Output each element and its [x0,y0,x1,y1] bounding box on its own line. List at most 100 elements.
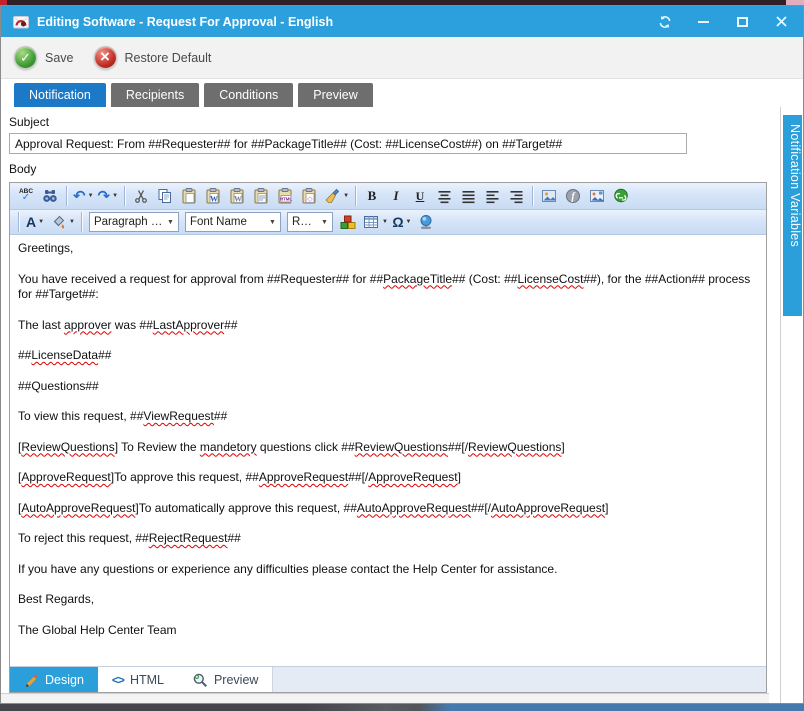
bottom-tab-html[interactable]: <> HTML [98,667,178,692]
tab-bar: NotificationRecipientsConditionsPreview [1,79,803,107]
bottom-tab-label: HTML [130,673,164,687]
close-icon [775,15,788,28]
bottom-tab-design[interactable]: Design [10,667,98,692]
rich-text-editor: ABC✓↶▼↷▼WWHTML◇▼BIUf A▼▼Paragraph St...▼… [9,182,767,693]
format-painter-icon[interactable]: ▼ [322,185,350,207]
tab-recipients[interactable]: Recipients [111,83,199,107]
body-paragraph: To reject this request, ##RejectRequest#… [18,531,758,547]
window-body: Subject Body ABC✓↶▼↷▼WWHTML◇▼BIUf A▼▼Par… [1,107,803,703]
undo-icon[interactable]: ↶▼ [72,185,95,207]
insert-image-icon[interactable] [538,185,560,207]
editor-toolbar-row1: ABC✓ ↶▼↷▼ W W HTML ◇ ▼ BIUf [10,183,766,210]
editor-mode-tabs: Design <> HTML Preview [10,667,273,692]
code-icon: <> [112,673,124,687]
paste-icon[interactable] [178,185,200,207]
body-paragraph: [ReviewQuestions] To Review the mandetor… [18,440,758,456]
restore-default-button[interactable]: Restore Default [94,46,212,69]
cut-icon[interactable] [130,185,152,207]
bottom-tab-preview[interactable]: Preview [178,667,272,692]
body-paragraph: [ApproveRequest]To approve this request,… [18,470,758,486]
magnifier-icon [192,672,208,688]
chevron-down-icon: ▼ [406,219,412,225]
title-bar: Editing Software - Request For Approval … [1,6,803,37]
command-bar: Save Restore Default [1,37,803,79]
window-title: Editing Software - Request For Approval … [37,15,649,29]
paste-plain-text-icon[interactable] [250,185,272,207]
snippet-icon[interactable] [415,211,437,233]
chevron-down-icon: ▼ [88,193,94,199]
desktop-edge-bottom [0,704,804,711]
save-button[interactable]: Save [14,46,74,69]
italic-icon[interactable]: I [385,185,407,207]
bottom-tab-label: Design [45,673,84,687]
chevron-down-icon: ▼ [167,219,174,226]
window-controls [657,14,789,29]
insert-link-icon[interactable] [610,185,632,207]
chevron-down-icon: ▼ [382,219,388,225]
svg-text:◇: ◇ [307,196,313,203]
copy-icon[interactable] [154,185,176,207]
underline-icon[interactable]: U [409,185,431,207]
body-paragraph: The Global Help Center Team [18,623,758,639]
toolbar-separator [81,212,82,232]
redo-icon[interactable]: ↷▼ [97,185,120,207]
find-icon[interactable] [39,185,61,207]
toolbar-separator [66,186,67,206]
align-right-icon[interactable] [505,185,527,207]
body-paragraph: You have received a request for approval… [18,272,758,303]
svg-text:W: W [210,195,218,204]
paste-as-html-icon[interactable]: HTML [274,185,296,207]
paste-html-icon[interactable]: ◇ [298,185,320,207]
editor-body[interactable]: Greetings,You have received a request fo… [10,235,766,666]
tab-conditions[interactable]: Conditions [204,83,293,107]
spellcheck-icon[interactable]: ABC✓ [15,185,37,207]
body-paragraph: ##Questions## [18,379,758,395]
restore-default-label: Restore Default [125,51,212,65]
insert-symbol-icon[interactable]: Ω▼ [391,211,413,233]
toolbar-separator [18,212,19,232]
bold-icon[interactable]: B [361,185,383,207]
body-paragraph: [AutoApproveRequest]To automatically app… [18,501,758,517]
flash-manager-icon[interactable]: f [562,185,584,207]
minimize-icon [698,21,709,23]
body-paragraph: Best Regards, [18,592,758,608]
close-button[interactable] [774,14,789,29]
minimize-button[interactable] [696,14,711,29]
maximize-icon [737,17,748,27]
maximize-button[interactable] [735,14,750,29]
fill-color-icon[interactable]: ▼ [48,211,76,233]
chevron-down-icon: ▼ [321,219,328,226]
subject-label: Subject [9,115,769,129]
align-left-icon[interactable] [481,185,503,207]
svg-text:W: W [234,195,242,204]
main-panel: Subject Body ABC✓↶▼↷▼WWHTML◇▼BIUf A▼▼Par… [1,107,769,703]
tab-preview[interactable]: Preview [298,83,372,107]
css-class-icon[interactable] [337,211,359,233]
chevron-down-icon: ▼ [69,219,75,225]
insert-table-icon[interactable]: ▼ [361,211,389,233]
toolbar-separator [532,186,533,206]
refresh-button[interactable] [657,14,672,29]
chevron-down-icon: ▼ [269,219,276,226]
bottom-tab-label: Preview [214,673,258,687]
app-icon [13,14,29,30]
notification-variables-tab[interactable]: Notification Variables [783,115,802,316]
pencil-icon [24,672,39,687]
font-name-select[interactable]: Font Name▼ [185,212,281,232]
chevron-down-icon: ▼ [112,193,118,199]
media-manager-icon[interactable] [586,185,608,207]
editor-toolbar-row2: A▼▼Paragraph St...▼Font Name▼Real ...▼▼Ω… [10,210,766,235]
paste-from-word-clean-icon[interactable]: W [226,185,248,207]
body-paragraph: ##LicenseData## [18,348,758,364]
paragraph-style-select[interactable]: Paragraph St...▼ [89,212,179,232]
subject-input[interactable] [9,133,687,154]
font-size-select[interactable]: Real ...▼ [287,212,333,232]
toolbar-separator [355,186,356,206]
svg-text:HTML: HTML [280,197,292,202]
align-center-icon[interactable] [433,185,455,207]
font-color-icon[interactable]: A▼ [24,211,46,233]
paste-from-word-icon[interactable]: W [202,185,224,207]
align-justify-icon[interactable] [457,185,479,207]
body-paragraph: If you have any questions or experience … [18,562,758,578]
tab-notification[interactable]: Notification [14,83,106,107]
